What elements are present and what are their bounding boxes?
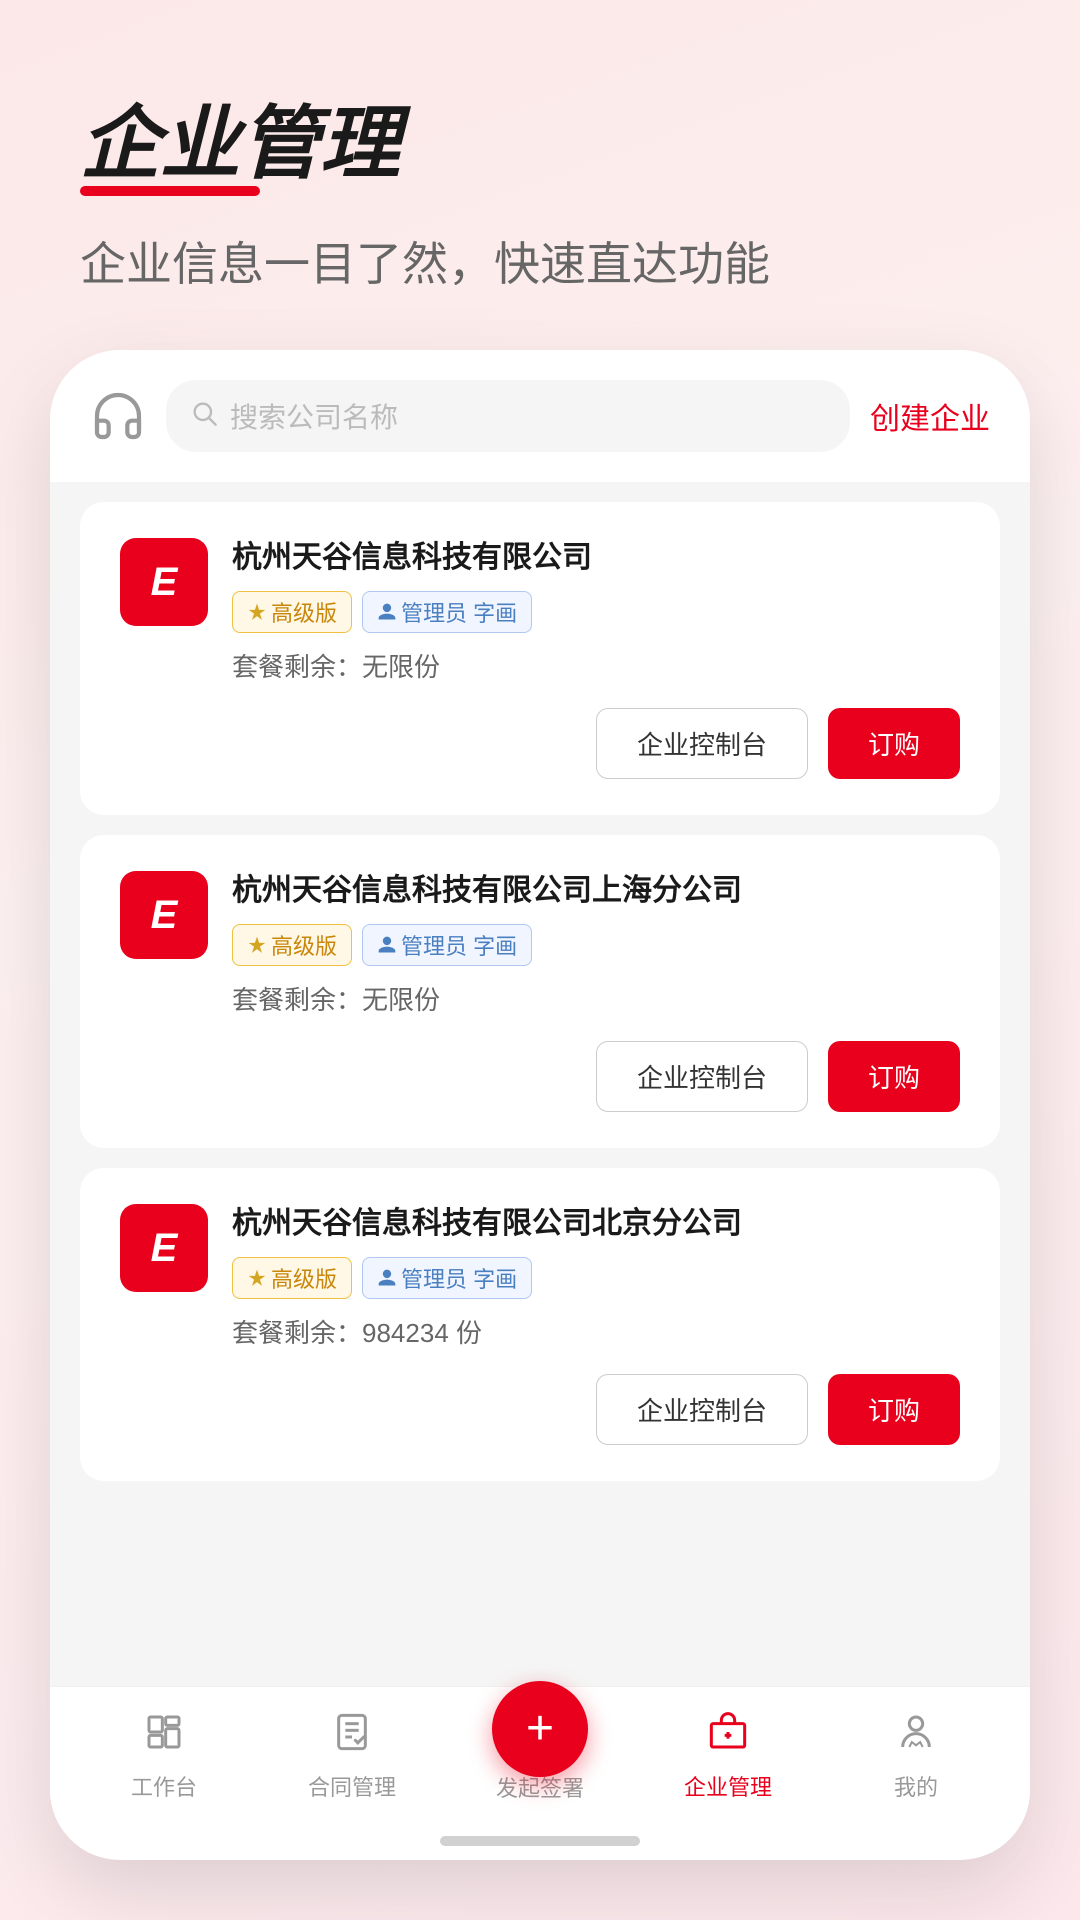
plus-icon: + <box>526 1705 554 1753</box>
mine-icon <box>896 1712 936 1762</box>
company-card-3: E 杭州天谷信息科技有限公司北京分公司 高级版 管理员 字画 <box>80 1168 1000 1481</box>
headset-icon[interactable] <box>90 388 146 444</box>
page-subtitle: 企业信息一目了然，快速直达功能 <box>80 228 1000 294</box>
nav-item-enterprise[interactable]: 企业管理 <box>634 1712 822 1802</box>
company-tags-2: 高级版 管理员 字画 <box>232 924 960 966</box>
enterprise-icon <box>708 1712 748 1762</box>
companies-list: E 杭州天谷信息科技有限公司 高级版 管理员 字画 <box>50 482 1030 1686</box>
company-header-2: E 杭州天谷信息科技有限公司上海分公司 高级版 管理员 字画 <box>120 871 960 1017</box>
home-indicator <box>440 1836 640 1846</box>
workbench-label: 工作台 <box>131 1770 197 1802</box>
enterprise-label: 企业管理 <box>684 1770 772 1802</box>
search-placeholder: 搜索公司名称 <box>230 396 398 436</box>
admin-tag-3: 管理员 字画 <box>362 1257 532 1299</box>
company-info-1: 杭州天谷信息科技有限公司 高级版 管理员 字画 <box>232 538 960 684</box>
company-name-2: 杭州天谷信息科技有限公司上海分公司 <box>232 871 960 910</box>
company-info-3: 杭州天谷信息科技有限公司北京分公司 高级版 管理员 字画 <box>232 1204 960 1350</box>
company-logo-1: E <box>120 538 208 626</box>
phone-mockup: 搜索公司名称 创建企业 E 杭州天谷信息科技有限公司 高级 <box>50 350 1030 1860</box>
contract-label: 合同管理 <box>308 1770 396 1802</box>
search-bar-area: 搜索公司名称 创建企业 <box>50 350 1030 482</box>
premium-tag-3: 高级版 <box>232 1257 352 1299</box>
nav-item-workbench[interactable]: 工作台 <box>70 1712 258 1802</box>
company-tags-1: 高级版 管理员 字画 <box>232 591 960 633</box>
admin-tag-2: 管理员 字画 <box>362 924 532 966</box>
company-logo-text-3: E <box>151 1226 178 1271</box>
nav-item-sign: + 发起签署 <box>446 1711 634 1803</box>
premium-tag-1: 高级版 <box>232 591 352 633</box>
app-content: 搜索公司名称 创建企业 E 杭州天谷信息科技有限公司 高级 <box>50 350 1030 1686</box>
nav-item-mine[interactable]: 我的 <box>822 1712 1010 1802</box>
company-logo-text-2: E <box>151 893 178 938</box>
search-input[interactable]: 搜索公司名称 <box>166 380 850 452</box>
admin-tag-1: 管理员 字画 <box>362 591 532 633</box>
company-header-3: E 杭州天谷信息科技有限公司北京分公司 高级版 管理员 字画 <box>120 1204 960 1350</box>
enterprise-control-btn-3[interactable]: 企业控制台 <box>596 1374 808 1445</box>
order-btn-2[interactable]: 订购 <box>828 1041 960 1112</box>
create-enterprise-button[interactable]: 创建企业 <box>870 394 990 438</box>
sign-fab-button[interactable]: + <box>492 1681 588 1777</box>
company-card-2: E 杭州天谷信息科技有限公司上海分公司 高级版 管理员 字画 <box>80 835 1000 1148</box>
nav-item-contract[interactable]: 合同管理 <box>258 1712 446 1802</box>
order-btn-1[interactable]: 订购 <box>828 708 960 779</box>
enterprise-control-btn-1[interactable]: 企业控制台 <box>596 708 808 779</box>
company-tags-3: 高级版 管理员 字画 <box>232 1257 960 1299</box>
company-logo-text-1: E <box>151 560 178 605</box>
workbench-icon <box>144 1712 184 1762</box>
company-name-3: 杭州天谷信息科技有限公司北京分公司 <box>232 1204 960 1243</box>
company-actions-1: 企业控制台 订购 <box>120 708 960 779</box>
company-name-1: 杭州天谷信息科技有限公司 <box>232 538 960 577</box>
company-quota-2: 套餐剩余：无限份 <box>232 980 960 1017</box>
page-header: 企业管理 企业信息一目了然，快速直达功能 <box>0 0 1080 334</box>
mine-label: 我的 <box>894 1770 938 1802</box>
company-quota-1: 套餐剩余：无限份 <box>232 647 960 684</box>
bottom-nav: 工作台 合同管理 + 发起签署 <box>50 1686 1030 1826</box>
company-card-1: E 杭州天谷信息科技有限公司 高级版 管理员 字画 <box>80 502 1000 815</box>
company-actions-2: 企业控制台 订购 <box>120 1041 960 1112</box>
company-header-1: E 杭州天谷信息科技有限公司 高级版 管理员 字画 <box>120 538 960 684</box>
company-info-2: 杭州天谷信息科技有限公司上海分公司 高级版 管理员 字画 <box>232 871 960 1017</box>
premium-tag-2: 高级版 <box>232 924 352 966</box>
order-btn-3[interactable]: 订购 <box>828 1374 960 1445</box>
contract-icon <box>332 1712 372 1762</box>
company-logo-2: E <box>120 871 208 959</box>
enterprise-control-btn-2[interactable]: 企业控制台 <box>596 1041 808 1112</box>
company-quota-3: 套餐剩余：984234 份 <box>232 1313 960 1350</box>
search-icon <box>190 399 218 434</box>
company-logo-3: E <box>120 1204 208 1292</box>
company-actions-3: 企业控制台 订购 <box>120 1374 960 1445</box>
page-title: 企业管理 <box>80 100 400 188</box>
